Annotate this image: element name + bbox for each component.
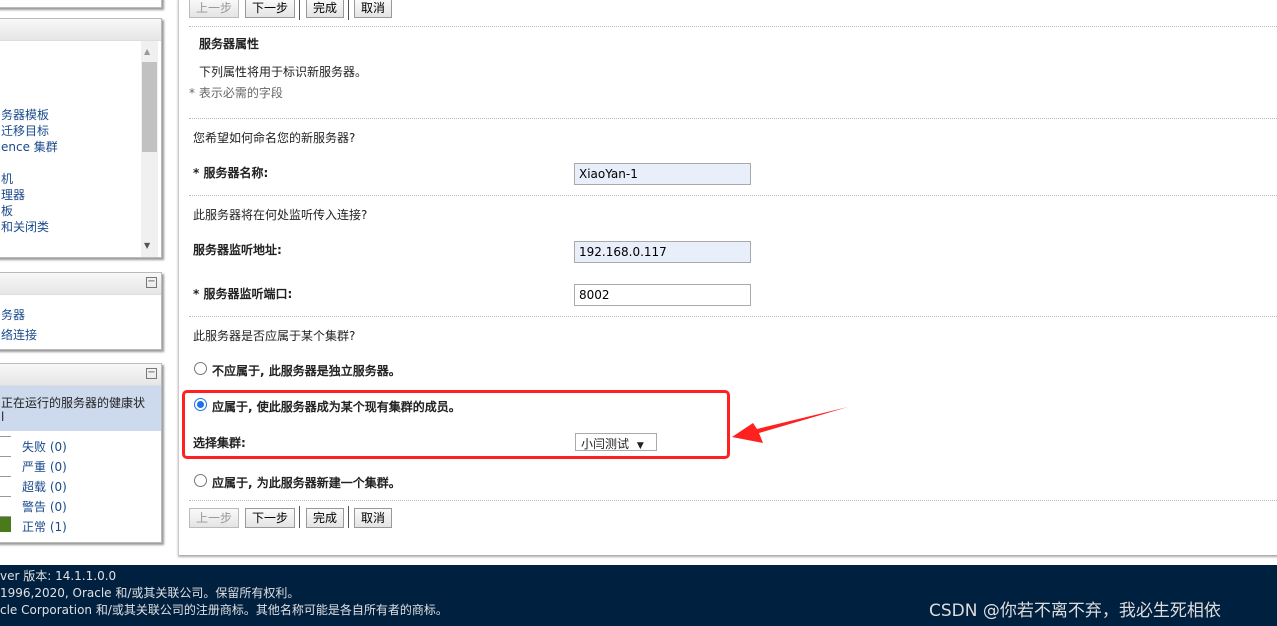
health-swatch [0, 476, 11, 492]
health-swatch [0, 516, 11, 532]
standalone-option-label: 不应属于, 此服务器是独立服务器。 [212, 364, 401, 378]
divider [299, 506, 300, 528]
domain-structure-panel: 务器模板 迁移目标 ence 集群 机 理器 板 和关闭类 ▲ ▼ [0, 18, 162, 258]
copyright-text: 1996,2020, Oracle 和/或其关联公司。保留所有权利。 [0, 586, 300, 600]
how-do-i-panel: − 务器 络连接 [0, 272, 162, 350]
footer: ver 版本: 14.1.1.0.0 1996,2020, Oracle 和/或… [0, 565, 1277, 626]
health-title-line2: l [1, 410, 5, 424]
health-title: 正在运行的服务器的健康状 [1, 396, 146, 410]
scroll-down-icon[interactable]: ▼ [144, 241, 150, 250]
description: 下列属性将用于标识新服务器。 [199, 65, 368, 79]
tree-item[interactable]: ence 集群 [1, 138, 58, 155]
new-cluster-option-label: 应属于, 为此服务器新建一个集群。 [212, 476, 401, 490]
listen-address-label: 服务器监听地址: [193, 243, 282, 257]
question-listen: 此服务器将在何处监听传入连接? [193, 208, 368, 222]
divider [189, 195, 1277, 196]
health-swatch [0, 436, 11, 452]
divider [189, 500, 1277, 501]
next-button[interactable]: 下一步 [245, 0, 296, 18]
required-note: * 表示必需的字段 [189, 86, 283, 100]
radio-new-cluster[interactable] [194, 474, 207, 487]
health-title-box: 正在运行的服务器的健康状 l [0, 386, 161, 431]
health-row-link[interactable]: 失败 (0) [22, 438, 67, 455]
divider [189, 118, 1277, 119]
question-name: 您希望如何命名您的新服务器? [193, 131, 356, 145]
health-swatch [0, 456, 11, 472]
panel-header: − [0, 364, 161, 386]
server-name-label: * 服务器名称: [193, 166, 269, 180]
server-name-input[interactable] [574, 163, 751, 185]
divider [189, 316, 1277, 317]
radio-standalone[interactable] [194, 362, 207, 375]
health-row-link[interactable]: 严重 (0) [22, 458, 67, 475]
back-button-bottom[interactable]: 上一步 [189, 508, 240, 528]
divider [348, 506, 349, 528]
finish-button[interactable]: 完成 [306, 0, 345, 18]
section-title: 服务器属性 [199, 37, 260, 51]
collapse-icon[interactable]: − [146, 277, 157, 288]
health-row-link[interactable]: 警告 (0) [22, 498, 67, 515]
help-link[interactable]: 务器 [1, 306, 25, 323]
health-swatch [0, 496, 11, 512]
tree-item[interactable]: 机 [1, 170, 13, 187]
divider [189, 26, 1277, 27]
tree-item[interactable]: 板 [1, 202, 13, 219]
divider [348, 0, 349, 20]
scroll-thumb[interactable] [142, 62, 157, 152]
select-cluster-label: 选择集群: [193, 436, 246, 450]
trademark-text: cle Corporation 和/或其关联公司的注册商标。其他名称可能是各自所… [0, 603, 448, 617]
back-button[interactable]: 上一步 [189, 0, 240, 18]
help-link[interactable]: 络连接 [1, 326, 37, 343]
tree-item[interactable]: 务器模板 [1, 106, 49, 123]
panel-header: − [0, 273, 161, 295]
question-cluster: 此服务器是否应属于某个集群? [193, 329, 356, 343]
scrollbar[interactable]: ▲ ▼ [141, 41, 158, 257]
finish-button-bottom[interactable]: 完成 [306, 508, 345, 528]
panel-header [0, 19, 161, 41]
existing-cluster-option-label: 应属于, 使此服务器成为某个现有集群的成员。 [212, 400, 461, 414]
system-status-panel: − 正在运行的服务器的健康状 l 失败 (0) 严重 (0) 超载 (0) 警告 (0… [0, 363, 162, 543]
main-content: 上一步 下一步 完成 取消 服务器属性 下列属性将用于标识新服务器。 * 表示必… [178, 0, 1277, 555]
next-button-bottom[interactable]: 下一步 [245, 508, 296, 528]
cancel-button[interactable]: 取消 [354, 0, 393, 18]
tree-item[interactable]: 理器 [1, 186, 25, 203]
scroll-up-icon[interactable]: ▲ [144, 47, 150, 56]
listen-port-input[interactable] [574, 284, 751, 306]
sidebar-panel-top [0, 0, 162, 8]
radio-existing-cluster[interactable] [194, 398, 207, 411]
health-row-link[interactable]: 超载 (0) [22, 478, 67, 495]
annotation-arrow-icon [732, 407, 848, 443]
version-text: ver 版本: 14.1.1.0.0 [0, 569, 117, 583]
listen-port-label: * 服务器监听端口: [193, 287, 293, 301]
collapse-icon[interactable]: − [146, 368, 157, 379]
listen-address-input[interactable] [574, 241, 751, 263]
tree-item[interactable]: 和关闭类 [1, 218, 49, 235]
cluster-select-value: 小闫测试 [581, 437, 630, 451]
tree-item[interactable]: 迁移目标 [1, 122, 49, 139]
watermark: CSDN @你若不离不弃，我必生死相依 [929, 601, 1221, 621]
cluster-select[interactable]: 小闫测试 ▼ [575, 433, 657, 451]
cancel-button-bottom[interactable]: 取消 [354, 508, 393, 528]
divider [299, 0, 300, 20]
chevron-down-icon: ▼ [636, 441, 644, 451]
health-row-link[interactable]: 正常 (1) [22, 518, 67, 535]
